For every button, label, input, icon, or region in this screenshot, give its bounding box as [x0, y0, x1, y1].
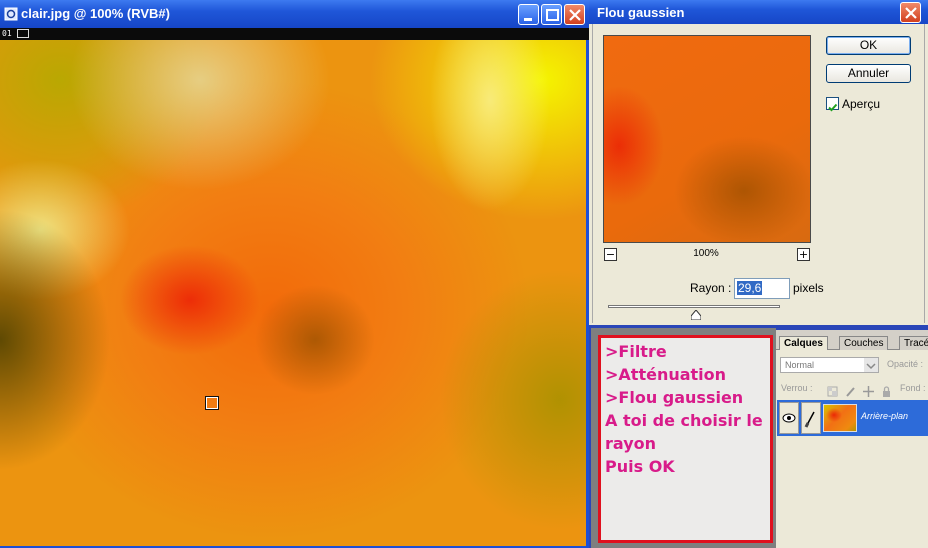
zoom-out-button[interactable]: −: [604, 248, 617, 261]
maximize-icon: [546, 9, 559, 21]
layer-name[interactable]: Arrière-plan: [861, 411, 908, 421]
radius-unit: pixels: [793, 281, 824, 295]
zoom-in-button[interactable]: +: [797, 248, 810, 261]
close-icon: [569, 9, 581, 21]
preview-checkbox[interactable]: [826, 97, 839, 112]
layer-visibility-toggle[interactable]: [779, 402, 799, 434]
dialog-close-button[interactable]: [900, 2, 921, 23]
layer-thumbnail[interactable]: [823, 404, 857, 432]
minimize-button[interactable]: [518, 4, 539, 25]
close-button[interactable]: [564, 4, 585, 25]
cancel-button[interactable]: Annuler: [826, 64, 911, 83]
ok-button[interactable]: OK: [826, 36, 911, 55]
lock-label: Verrou :: [781, 383, 813, 393]
blur-preview[interactable]: [603, 35, 811, 243]
maximize-button[interactable]: [541, 4, 562, 25]
lock-pixels-icon[interactable]: [845, 382, 856, 397]
instruction-line: A toi de choisir le: [605, 411, 763, 430]
radius-slider-thumb[interactable]: [690, 305, 702, 321]
document-title: clair.jpg @ 100% (RVB#): [21, 6, 170, 21]
lock-all-icon[interactable]: [881, 382, 892, 397]
eye-icon: [782, 413, 796, 423]
instruction-line: >Filtre: [605, 342, 667, 361]
radius-value[interactable]: 29,6: [737, 281, 763, 295]
radius-label: Rayon :: [690, 281, 732, 295]
zoom-level: 100%: [693, 248, 719, 259]
instruction-line: >Flou gaussien: [605, 388, 744, 407]
document-status-strip: [0, 28, 589, 40]
close-icon: [905, 7, 917, 19]
opacity-label: Opacité :: [887, 359, 924, 369]
ruler-label: 01: [2, 29, 12, 38]
lock-transparency-icon[interactable]: [827, 382, 838, 397]
chevron-down-icon[interactable]: [864, 358, 878, 372]
lock-position-icon[interactable]: [863, 382, 874, 397]
instruction-line: rayon: [605, 434, 657, 453]
instruction-line: Puis OK: [605, 457, 675, 476]
image-info-icon[interactable]: [17, 29, 29, 38]
photoshop-document-icon: [4, 6, 18, 21]
tab-calques[interactable]: Calques: [779, 336, 828, 350]
image-canvas[interactable]: [0, 40, 586, 546]
tab-couches[interactable]: Couches: [839, 336, 889, 350]
preview-label: Aperçu: [842, 97, 881, 111]
cursor-square: [205, 396, 219, 410]
checkmark-icon: [828, 103, 838, 112]
instruction-line: >Atténuation: [605, 365, 727, 384]
minimize-icon: [524, 18, 532, 21]
tab-traces[interactable]: Tracé: [899, 336, 928, 350]
fill-label: Fond :: [900, 383, 926, 393]
dialog-title: Flou gaussien: [597, 5, 685, 20]
brush-icon: [804, 411, 815, 428]
layer-brush-toggle[interactable]: [801, 402, 821, 434]
